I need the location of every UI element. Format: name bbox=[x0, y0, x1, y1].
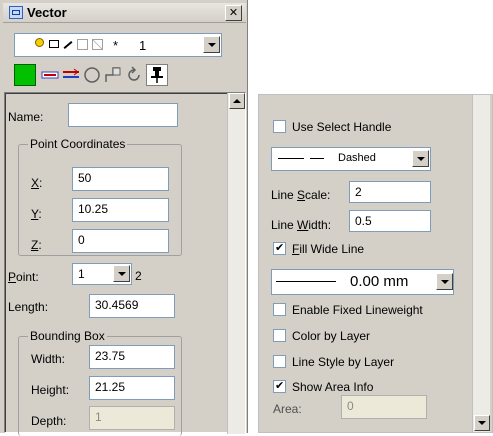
line-width-field[interactable]: 0.5 bbox=[349, 210, 431, 232]
area-field: 0 bbox=[341, 395, 427, 419]
height-label: Height: bbox=[31, 383, 70, 397]
title-bar[interactable]: Vector ✕ bbox=[3, 3, 246, 23]
fill-wide-line-label: Fill Wide Line bbox=[292, 242, 365, 256]
close-icon: ✕ bbox=[228, 7, 239, 19]
line-style-dropdown-button[interactable] bbox=[412, 150, 429, 167]
vector-panel: Vector ✕ * 1 Name: Point Coordinates X: … bbox=[0, 0, 248, 436]
z-label: Z: bbox=[31, 238, 42, 252]
depth-field: 1 bbox=[89, 406, 175, 430]
line-scale-label: Line Scale: bbox=[271, 188, 331, 202]
property-area: Name: Point Coordinates X: 50 Y: 10.25 Z… bbox=[4, 92, 246, 436]
y-field[interactable]: 10.25 bbox=[72, 198, 169, 222]
left-scrollbar[interactable] bbox=[227, 93, 245, 434]
depth-label: Depth: bbox=[31, 414, 67, 428]
rotate-icon[interactable] bbox=[125, 66, 143, 84]
line-style-by-layer-label: Line Style by Layer bbox=[292, 355, 395, 369]
lock-icon bbox=[49, 40, 59, 48]
hatch-box-icon bbox=[92, 39, 103, 50]
scroll-down-button[interactable] bbox=[474, 415, 490, 431]
line-style-select[interactable]: Dashed bbox=[271, 147, 431, 171]
tool-row bbox=[14, 64, 196, 88]
height-field[interactable]: 21.25 bbox=[89, 376, 175, 400]
empty-box-icon bbox=[77, 39, 88, 50]
line-scale-field[interactable]: 2 bbox=[349, 181, 431, 203]
lineweight-select[interactable]: 0.00 mm bbox=[271, 269, 454, 295]
lineweight-line-icon bbox=[276, 281, 336, 282]
length-label: Length: bbox=[8, 300, 49, 314]
dashed-line-icon bbox=[278, 158, 304, 159]
point-label: Point: bbox=[8, 270, 39, 284]
lineweight-value: 0.00 mm bbox=[350, 273, 409, 290]
right-scrollbar[interactable] bbox=[472, 95, 490, 432]
layer-dropdown-button[interactable] bbox=[203, 36, 220, 53]
lightbulb-icon bbox=[35, 38, 44, 47]
color-by-layer-checkbox[interactable] bbox=[273, 329, 286, 342]
y-label: Y: bbox=[31, 207, 42, 221]
line-style-icon[interactable] bbox=[62, 66, 80, 84]
color-by-layer-label: Color by Layer bbox=[292, 329, 371, 343]
close-button[interactable]: ✕ bbox=[225, 5, 242, 21]
pin-icon[interactable] bbox=[146, 64, 168, 86]
show-area-info-checkbox[interactable] bbox=[273, 379, 286, 393]
name-field[interactable] bbox=[68, 103, 178, 127]
line-color-icon[interactable] bbox=[41, 66, 59, 84]
show-area-info-label: Show Area Info bbox=[292, 380, 374, 394]
point-coordinates-title: Point Coordinates bbox=[28, 137, 128, 151]
line-style-value: Dashed bbox=[338, 152, 376, 164]
lineweight-dropdown-button[interactable] bbox=[436, 273, 453, 290]
fill-color-swatch[interactable] bbox=[14, 64, 36, 86]
pencil-icon bbox=[63, 41, 73, 49]
point-count: 2 bbox=[135, 269, 142, 283]
fill-wide-line-checkbox[interactable] bbox=[273, 241, 286, 255]
enable-fixed-lineweight-label: Enable Fixed Lineweight bbox=[292, 303, 423, 317]
window-icon bbox=[9, 6, 23, 19]
x-label: X: bbox=[31, 176, 43, 190]
z-field[interactable]: 0 bbox=[72, 229, 169, 253]
transform-icon[interactable] bbox=[104, 66, 122, 84]
width-field[interactable]: 23.75 bbox=[89, 345, 175, 369]
width-label: Width: bbox=[31, 352, 66, 366]
circle-icon[interactable] bbox=[83, 66, 101, 84]
use-select-handle-label: Use Select Handle bbox=[292, 120, 392, 134]
scroll-up-button[interactable] bbox=[229, 93, 245, 109]
vector-panel-scrolled: Use Select Handle Dashed Line Scale: 2 L… bbox=[258, 94, 493, 433]
line-width-label: Line Width: bbox=[271, 218, 332, 232]
use-select-handle-checkbox[interactable] bbox=[273, 120, 286, 133]
bounding-box-title: Bounding Box bbox=[28, 329, 107, 343]
enable-fixed-lineweight-checkbox[interactable] bbox=[273, 303, 286, 316]
layer-number: 1 bbox=[139, 38, 147, 53]
length-field[interactable]: 30.4569 bbox=[89, 294, 175, 318]
name-label: Name: bbox=[8, 110, 44, 124]
x-field[interactable]: 50 bbox=[72, 167, 169, 191]
area-label: Area: bbox=[273, 402, 302, 416]
point-dropdown-button[interactable] bbox=[113, 265, 130, 282]
layer-star: * bbox=[113, 38, 119, 53]
layer-selector[interactable]: * 1 bbox=[14, 33, 222, 57]
window-title: Vector bbox=[27, 5, 67, 20]
line-style-by-layer-checkbox[interactable] bbox=[273, 355, 286, 368]
